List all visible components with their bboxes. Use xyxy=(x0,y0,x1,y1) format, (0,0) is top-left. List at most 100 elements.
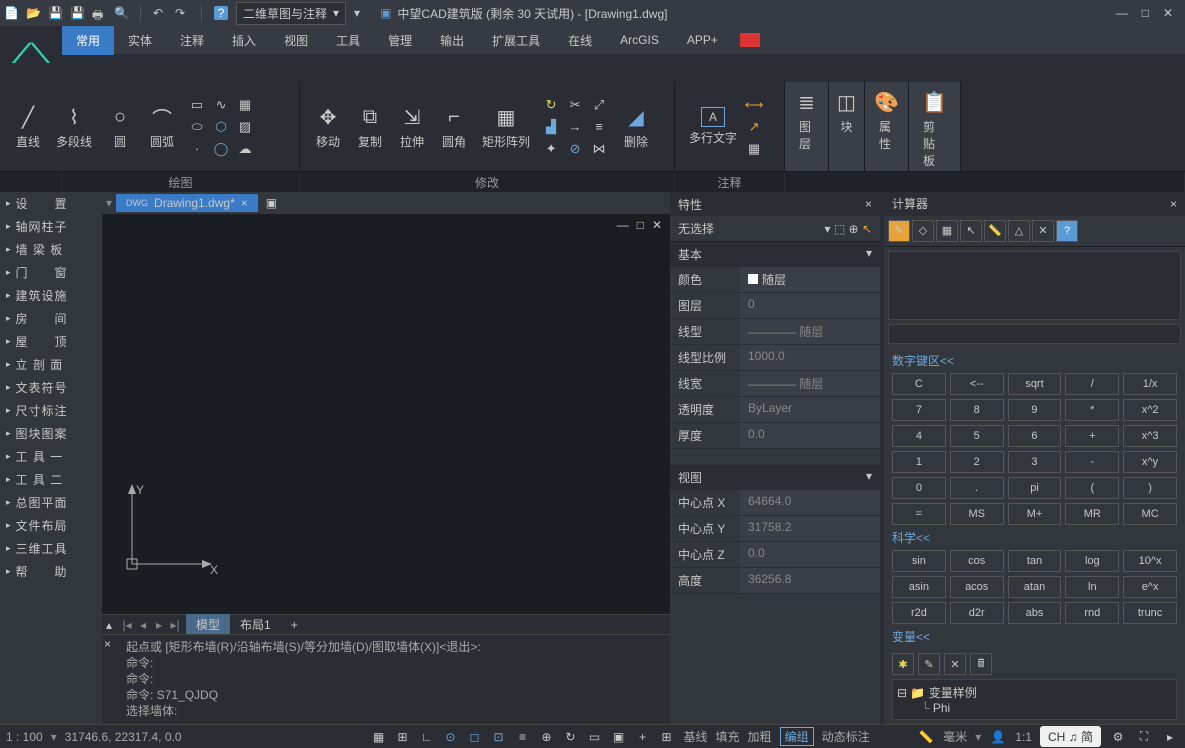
calc-input[interactable] xyxy=(888,324,1181,344)
cycle-icon[interactable]: ↻ xyxy=(562,728,580,746)
tab-annotate[interactable]: 注释 xyxy=(166,26,218,55)
command-line[interactable]: × 起点或 [矩形布墙(R)/沿轴布墙(S)/等分加墙(D)/图取墙体(X)]<… xyxy=(102,634,670,724)
new-tab-button[interactable]: ▣ xyxy=(258,194,285,212)
leader-icon[interactable]: ↗ xyxy=(745,118,763,136)
lp-layout[interactable]: 文件布局 xyxy=(0,514,102,537)
boundary-icon[interactable]: ▨ xyxy=(236,118,254,136)
chevron-down-icon[interactable]: ▾ xyxy=(354,6,360,20)
tab-tools[interactable]: 工具 xyxy=(322,26,374,55)
sb-dynannot[interactable]: 动态标注 xyxy=(822,728,870,745)
donut-icon[interactable]: ◯ xyxy=(212,140,230,158)
lp-door-window[interactable]: 门 窗 xyxy=(0,261,102,284)
gear-icon[interactable]: ⚙ xyxy=(1109,728,1127,746)
minimize-icon[interactable]: — xyxy=(1116,6,1128,20)
spline-icon[interactable]: ∿ xyxy=(212,96,230,114)
nav-prev-icon[interactable]: ◂ xyxy=(136,618,150,632)
lp-settings[interactable]: 设 置 xyxy=(0,192,102,215)
calc-3[interactable]: 3 xyxy=(1008,451,1062,473)
sb-baseline[interactable]: 基线 xyxy=(684,728,708,745)
grid-icon[interactable]: ▦ xyxy=(370,728,388,746)
qat-redo-icon[interactable]: ↷ xyxy=(175,6,189,20)
calc-8[interactable]: 8 xyxy=(950,399,1004,421)
line-button[interactable]: ╱直线 xyxy=(8,86,48,167)
calc-1[interactable]: 1 xyxy=(892,451,946,473)
lp-siteplan[interactable]: 总图平面 xyxy=(0,491,102,514)
sci-header[interactable]: 科学<< xyxy=(884,525,1185,550)
otrack-icon[interactable]: ⊡ xyxy=(490,728,508,746)
calc-sub[interactable]: - xyxy=(1065,451,1119,473)
clipboard-button[interactable]: 📋剪贴板 xyxy=(917,86,952,171)
qat-saveas-icon[interactable]: 💾 xyxy=(70,6,84,20)
tray-icon[interactable]: ▸ xyxy=(1161,728,1179,746)
calc-c[interactable]: C xyxy=(892,373,946,395)
revcloud-icon[interactable]: ☁ xyxy=(236,140,254,158)
dyn-icon[interactable]: ⊕ xyxy=(538,728,556,746)
tab-output[interactable]: 输出 xyxy=(426,26,478,55)
lp-facilities[interactable]: 建筑设施 xyxy=(0,284,102,307)
var-calc-icon[interactable]: 🖩 xyxy=(970,653,992,675)
props-section-view[interactable]: 视图▾ xyxy=(670,465,880,490)
calc-tan[interactable]: tan xyxy=(1008,550,1062,572)
qat-new-icon[interactable]: 📄 xyxy=(4,6,18,20)
app-logo[interactable]: ⟋⟍ xyxy=(0,26,62,82)
viewport-minimize-icon[interactable]: — xyxy=(617,218,629,232)
nav-next-icon[interactable]: ▸ xyxy=(152,618,166,632)
calc-pi[interactable]: pi xyxy=(1008,477,1062,499)
calc-div[interactable]: / xyxy=(1065,373,1119,395)
lp-help[interactable]: 帮 助 xyxy=(0,560,102,583)
props-section-basic[interactable]: 基本▾ xyxy=(670,242,880,267)
scale-display[interactable]: 1 : 100 xyxy=(6,730,43,744)
calc-log[interactable]: log xyxy=(1065,550,1119,572)
chevron-up-icon[interactable]: ▴ xyxy=(102,618,116,632)
var-del-icon[interactable]: ✕ xyxy=(944,653,966,675)
numpad-header[interactable]: 数字键区<< xyxy=(884,348,1185,373)
break-icon[interactable]: ⊘ xyxy=(566,140,584,158)
calc-eq[interactable]: = xyxy=(892,503,946,525)
prop-row-ltscale[interactable]: 线型比例1000.0 xyxy=(670,345,880,371)
prop-row-linetype[interactable]: 线型———— 随层 xyxy=(670,319,880,345)
qat-plot-icon[interactable]: 🖶 xyxy=(92,6,106,20)
prop-row-cz[interactable]: 中心点 Z0.0 xyxy=(670,542,880,568)
calc-asin[interactable]: asin xyxy=(892,576,946,598)
unit-label[interactable]: 毫米 xyxy=(943,728,967,745)
calc-add[interactable]: + xyxy=(1065,425,1119,447)
trim-icon[interactable]: ✂ xyxy=(566,96,584,114)
document-tab[interactable]: DWG Drawing1.dwg* × xyxy=(116,194,258,212)
calc-getpt-icon[interactable]: ↖ xyxy=(960,220,982,242)
table-icon[interactable]: ▦ xyxy=(745,140,763,158)
tab-online[interactable]: 在线 xyxy=(554,26,606,55)
calc-mplus[interactable]: M+ xyxy=(1008,503,1062,525)
lp-3dtools[interactable]: 三维工具 xyxy=(0,537,102,560)
prop-row-cx[interactable]: 中心点 X64664.0 xyxy=(670,490,880,516)
tab-chevron-icon[interactable]: ▾ xyxy=(102,196,116,210)
lp-dims[interactable]: 尺寸标注 xyxy=(0,399,102,422)
stretch-button[interactable]: ⇲拉伸 xyxy=(392,86,432,167)
sc2-icon[interactable]: ⊞ xyxy=(658,728,676,746)
prop-row-thick[interactable]: 厚度0.0 xyxy=(670,423,880,449)
lp-axis-column[interactable]: 轴网柱子 xyxy=(0,215,102,238)
calc-angle-icon[interactable]: △ xyxy=(1008,220,1030,242)
calc-rnd[interactable]: rnd xyxy=(1065,602,1119,624)
qat-help-icon[interactable]: ? xyxy=(214,6,228,20)
calc-pow[interactable]: x^y xyxy=(1123,451,1177,473)
calc-cube[interactable]: x^3 xyxy=(1123,425,1177,447)
sb-group[interactable]: 编组 xyxy=(780,727,814,746)
variable-tree[interactable]: ⊟ 📁 变量样例 └ Phi xyxy=(892,679,1177,720)
lp-symbols[interactable]: 文表符号 xyxy=(0,376,102,399)
tab-common[interactable]: 常用 xyxy=(62,26,114,55)
explode-icon[interactable]: ✦ xyxy=(542,140,560,158)
copy-button[interactable]: ⧉复制 xyxy=(350,86,390,167)
calc-ln[interactable]: ln xyxy=(1065,576,1119,598)
polyline-button[interactable]: ⌇多段线 xyxy=(50,86,98,167)
calc-4[interactable]: 4 xyxy=(892,425,946,447)
tab-ext[interactable]: 扩展工具 xyxy=(478,26,554,55)
calc-atan[interactable]: atan xyxy=(1008,576,1062,598)
calc-ms[interactable]: MS xyxy=(950,503,1004,525)
mtext-button[interactable]: A多行文字 xyxy=(683,86,743,167)
join-icon[interactable]: ⋈ xyxy=(590,140,608,158)
qat-preview-icon[interactable]: 🔍 xyxy=(114,6,128,20)
point-icon[interactable]: ∙ xyxy=(188,140,206,158)
ime-indicator[interactable]: CH ♫ 简 xyxy=(1040,726,1101,747)
tab-arcgis[interactable]: ArcGIS xyxy=(606,27,673,53)
workspace-dropdown[interactable]: 二维草图与注释 ▾ xyxy=(236,2,346,25)
